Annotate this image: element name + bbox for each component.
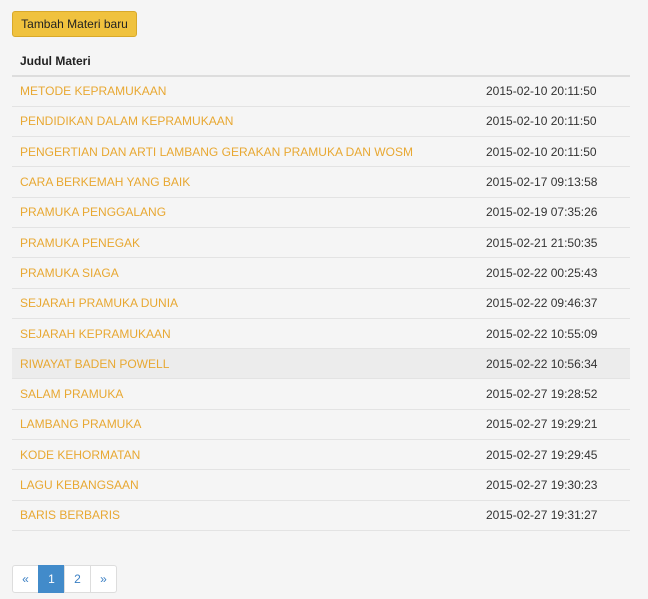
table-row: BARIS BERBARIS 2015-02-27 19:31:27 — [12, 500, 630, 531]
materi-title-link[interactable]: SALAM PRAMUKA — [20, 387, 123, 401]
table-row: SALAM PRAMUKA 2015-02-27 19:28:52 — [12, 378, 630, 410]
materi-date: 2015-02-27 19:30:23 — [486, 469, 630, 501]
table-row: PRAMUKA PENEGAK 2015-02-21 21:50:35 — [12, 227, 630, 259]
materi-date: 2015-02-27 19:28:52 — [486, 378, 630, 410]
materi-date: 2015-02-22 00:25:43 — [486, 257, 630, 289]
materi-title-link[interactable]: PENDIDIKAN DALAM KEPRAMUKAAN — [20, 114, 233, 128]
table-row: PRAMUKA SIAGA 2015-02-22 00:25:43 — [12, 257, 630, 289]
table-row: PRAMUKA PENGGALANG 2015-02-19 07:35:26 — [12, 197, 630, 228]
materi-date: 2015-02-27 19:29:21 — [486, 409, 630, 441]
materi-date: 2015-02-22 10:55:09 — [486, 318, 630, 350]
materi-date: 2015-02-10 20:11:50 — [486, 106, 630, 138]
table-row: KODE KEHORMATAN 2015-02-27 19:29:45 — [12, 439, 630, 471]
materi-date: 2015-02-22 09:46:37 — [486, 288, 630, 319]
materi-title-link[interactable]: PRAMUKA PENEGAK — [20, 236, 140, 250]
pagination-prev-button[interactable]: « — [12, 565, 39, 593]
column-header-judul: Judul Materi — [12, 46, 630, 77]
table-header-row: Judul Materi — [12, 46, 630, 77]
materi-title-link[interactable]: PRAMUKA PENGGALANG — [20, 205, 166, 219]
materi-date: 2015-02-22 10:56:34 — [486, 348, 630, 380]
table-row: PENDIDIKAN DALAM KEPRAMUKAAN 2015-02-10 … — [12, 106, 630, 138]
materi-title-link[interactable]: BARIS BERBARIS — [20, 508, 120, 522]
pagination-next-button[interactable]: » — [90, 565, 117, 593]
table-row: SEJARAH PRAMUKA DUNIA 2015-02-22 09:46:3… — [12, 288, 630, 319]
table-row: LAMBANG PRAMUKA 2015-02-27 19:29:21 — [12, 409, 630, 441]
table-row: CARA BERKEMAH YANG BAIK 2015-02-17 09:13… — [12, 166, 630, 198]
materi-title-link[interactable]: LAGU KEBANGSAAN — [20, 478, 139, 492]
materi-date: 2015-02-19 07:35:26 — [486, 197, 630, 228]
pagination-page-2[interactable]: 2 — [64, 565, 91, 593]
materi-date: 2015-02-17 09:13:58 — [486, 166, 630, 198]
materi-title-link[interactable]: PRAMUKA SIAGA — [20, 266, 119, 280]
materi-date: 2015-02-21 21:50:35 — [486, 227, 630, 259]
materi-title-link[interactable]: SEJARAH PRAMUKA DUNIA — [20, 296, 178, 310]
materi-date: 2015-02-10 20:11:50 — [486, 76, 630, 107]
pagination: « 1 2 » — [12, 565, 117, 593]
table-row: RIWAYAT BADEN POWELL 2015-02-22 10:56:34 — [12, 348, 630, 380]
materi-date: 2015-02-27 19:29:45 — [486, 439, 630, 471]
materi-title-link[interactable]: METODE KEPRAMUKAAN — [20, 84, 166, 98]
materi-title-link[interactable]: CARA BERKEMAH YANG BAIK — [20, 175, 190, 189]
materi-table: Judul Materi METODE KEPRAMUKAAN 2015-02-… — [12, 46, 630, 531]
table-row: PENGERTIAN DAN ARTI LAMBANG GERAKAN PRAM… — [12, 136, 630, 168]
materi-date: 2015-02-10 20:11:50 — [486, 136, 630, 168]
add-materi-button[interactable]: Tambah Materi baru — [12, 11, 137, 37]
materi-title-link[interactable]: SEJARAH KEPRAMUKAAN — [20, 327, 171, 341]
pagination-page-1[interactable]: 1 — [38, 565, 65, 593]
table-row: LAGU KEBANGSAAN 2015-02-27 19:30:23 — [12, 469, 630, 501]
materi-title-link[interactable]: PENGERTIAN DAN ARTI LAMBANG GERAKAN PRAM… — [20, 145, 413, 159]
table-row: SEJARAH KEPRAMUKAAN 2015-02-22 10:55:09 — [12, 318, 630, 350]
materi-title-link[interactable]: KODE KEHORMATAN — [20, 448, 140, 462]
table-row: METODE KEPRAMUKAAN 2015-02-10 20:11:50 — [12, 76, 630, 107]
materi-title-link[interactable]: RIWAYAT BADEN POWELL — [20, 357, 169, 371]
materi-date: 2015-02-27 19:31:27 — [486, 500, 630, 531]
materi-title-link[interactable]: LAMBANG PRAMUKA — [20, 417, 141, 431]
